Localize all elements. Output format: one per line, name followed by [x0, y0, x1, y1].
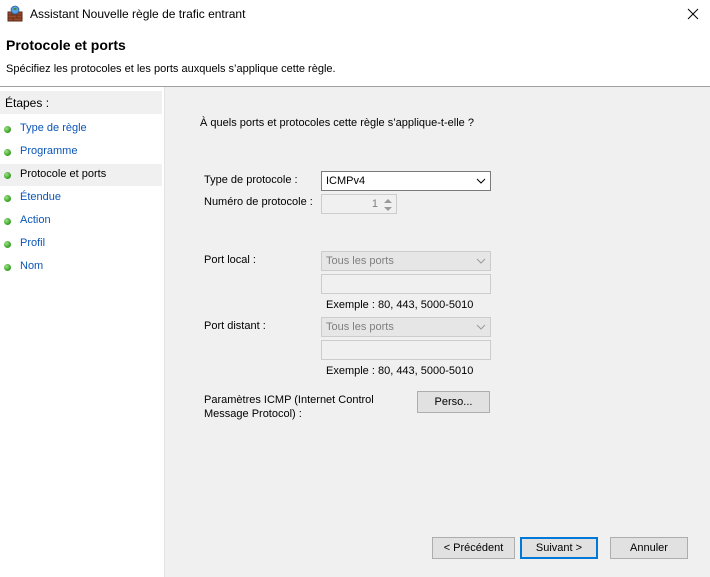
remote-port-dropdown[interactable]: Tous les ports [321, 317, 491, 337]
protocol-number-value: 1 [371, 198, 378, 210]
remote-port-label: Port distant : [204, 320, 266, 332]
chevron-down-icon [476, 324, 486, 330]
green-dot-icon [4, 241, 11, 248]
window-title: Assistant Nouvelle règle de trafic entra… [30, 7, 246, 21]
green-dot-icon [4, 264, 11, 271]
step-label: Protocole et ports [20, 168, 107, 180]
protocol-number-stepper[interactable]: 1 [321, 194, 397, 214]
protocol-number-label: Numéro de protocole : [204, 196, 313, 208]
steps-heading: Étapes : [5, 96, 50, 110]
page-subtitle: Spécifiez les protocoles et les ports au… [6, 63, 336, 75]
close-button[interactable] [676, 0, 710, 28]
step-nom[interactable]: Nom [0, 256, 162, 278]
green-dot-icon [4, 172, 11, 179]
step-action[interactable]: Action [0, 210, 162, 232]
next-button[interactable]: Suivant > [520, 537, 598, 559]
protocol-type-value: ICMPv4 [326, 175, 366, 187]
spin-up-button[interactable] [381, 196, 395, 204]
step-programme[interactable]: Programme [0, 141, 162, 163]
protocol-type-label: Type de protocole : [204, 174, 298, 186]
remote-port-input[interactable] [321, 340, 491, 360]
firewall-rule-icon [6, 5, 24, 23]
green-dot-icon [4, 149, 11, 156]
local-port-input[interactable] [321, 274, 491, 294]
chevron-up-icon [384, 198, 392, 203]
icmp-label-line2: Message Protocol) : [204, 408, 302, 420]
spin-down-button[interactable] [381, 205, 395, 213]
step-label: Action [20, 214, 51, 226]
question-text: À quels ports et protocoles cette règle … [200, 117, 474, 129]
green-dot-icon [4, 195, 11, 202]
local-port-dropdown[interactable]: Tous les ports [321, 251, 491, 271]
green-dot-icon [4, 218, 11, 225]
icmp-custom-button[interactable]: Perso... [417, 391, 490, 413]
step-label: Programme [20, 145, 78, 157]
page-title: Protocole et ports [6, 37, 126, 53]
chevron-down-icon [476, 258, 486, 264]
step-label: Type de règle [20, 122, 87, 134]
protocol-type-dropdown[interactable]: ICMPv4 [321, 171, 491, 191]
chevron-down-icon [384, 206, 392, 211]
step-label: Profil [20, 237, 46, 249]
green-dot-icon [4, 126, 11, 133]
cancel-button[interactable]: Annuler [610, 537, 688, 559]
step-etendue[interactable]: Étendue [0, 187, 162, 209]
step-protocole-et-ports[interactable]: Protocole et ports [0, 164, 162, 186]
local-port-value: Tous les ports [326, 255, 394, 267]
chevron-down-icon [476, 178, 486, 184]
step-type-de-regle[interactable]: Type de règle [0, 118, 162, 140]
step-profil[interactable]: Profil [0, 233, 162, 255]
icmp-label: Paramètres ICMP (Internet Control [204, 394, 374, 406]
step-label: Étendue [20, 191, 61, 203]
step-label: Nom [20, 260, 44, 272]
close-icon [687, 8, 699, 20]
remote-port-example: Exemple : 80, 443, 5000-5010 [326, 365, 474, 377]
local-port-example: Exemple : 80, 443, 5000-5010 [326, 299, 474, 311]
remote-port-value: Tous les ports [326, 321, 394, 333]
local-port-label: Port local : [204, 254, 256, 266]
previous-button[interactable]: < Précédent [432, 537, 515, 559]
